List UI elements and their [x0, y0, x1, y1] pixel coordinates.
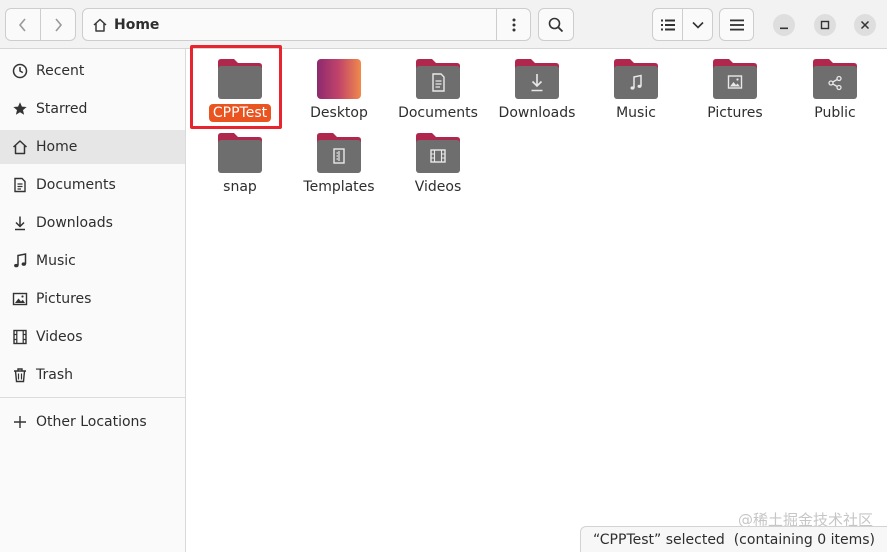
star-icon [11, 100, 29, 118]
list-view-icon [660, 19, 675, 30]
documents-folder-icon [416, 59, 460, 99]
search-icon [548, 17, 564, 32]
home-icon [93, 18, 107, 32]
header-bar: Home [0, 0, 887, 49]
file-item-snap[interactable]: snap [190, 132, 290, 196]
desktop-folder-icon [317, 59, 361, 99]
file-name: Documents [398, 105, 478, 121]
sidebar-item-label: Home [36, 139, 78, 155]
path-location-label: Home [114, 16, 160, 33]
file-item-desktop[interactable]: Desktop [289, 58, 389, 122]
file-name: snap [223, 179, 257, 195]
file-item-downloads[interactable]: Downloads [487, 58, 587, 122]
path-bar: Home [82, 8, 531, 41]
path-menu-button[interactable] [497, 9, 530, 40]
file-name: Videos [414, 179, 462, 195]
file-name: Desktop [310, 105, 368, 121]
back-button[interactable] [6, 9, 40, 40]
videos-folder-icon [416, 133, 460, 173]
hamburger-menu-icon [729, 19, 744, 30]
chevron-left-icon [18, 17, 26, 32]
sidebar: Recent Starred Home Documents Downloads … [0, 49, 186, 552]
selection-highlight-box [190, 45, 282, 129]
file-item-public[interactable]: Public [785, 58, 885, 122]
public-folder-icon [813, 59, 857, 99]
sidebar-item-label: Other Locations [36, 414, 147, 430]
file-item-videos[interactable]: Videos [388, 132, 488, 196]
trash-icon [11, 366, 29, 384]
pictures-folder-icon [713, 59, 757, 99]
sidebar-divider [0, 397, 185, 398]
sidebar-item-starred[interactable]: Starred [0, 92, 185, 126]
file-grid: CPPTest Desktop Documents Downloads Musi… [187, 45, 887, 552]
music-folder-icon [614, 59, 658, 99]
file-name: Downloads [498, 105, 576, 121]
sidebar-item-documents[interactable]: Documents [0, 168, 185, 202]
sidebar-item-recent[interactable]: Recent [0, 54, 185, 88]
file-item-music[interactable]: Music [586, 58, 686, 122]
status-text: “CPPTest” selected (containing 0 items) [593, 531, 875, 548]
forward-button[interactable] [40, 9, 75, 40]
sidebar-item-label: Trash [36, 367, 73, 383]
sidebar-item-label: Documents [36, 177, 116, 193]
close-icon [860, 20, 870, 30]
clock-icon [11, 62, 29, 80]
plus-icon [11, 413, 29, 431]
list-view-button[interactable] [653, 9, 682, 40]
sidebar-item-label: Pictures [36, 291, 92, 307]
vertical-ellipsis-icon [512, 18, 515, 31]
close-button[interactable] [854, 14, 876, 36]
path-home-button[interactable]: Home [83, 9, 497, 40]
status-bar: “CPPTest” selected (containing 0 items) [580, 526, 887, 552]
sidebar-item-label: Videos [36, 329, 83, 345]
view-options-button[interactable] [682, 9, 712, 40]
minimize-icon [780, 27, 788, 30]
sidebar-item-videos[interactable]: Videos [0, 320, 185, 354]
file-name: Pictures [707, 105, 763, 121]
sidebar-item-music[interactable]: Music [0, 244, 185, 278]
file-name: Music [616, 105, 656, 121]
file-name: Public [814, 105, 856, 121]
sidebar-item-trash[interactable]: Trash [0, 358, 185, 392]
minimize-button[interactable] [773, 14, 795, 36]
main-menu-button[interactable] [719, 8, 754, 41]
sidebar-item-label: Music [36, 253, 76, 269]
maximize-button[interactable] [814, 14, 836, 36]
file-item-documents[interactable]: Documents [388, 58, 488, 122]
sidebar-item-home[interactable]: Home [0, 130, 185, 164]
home-icon [11, 138, 29, 156]
sidebar-item-other-locations[interactable]: Other Locations [0, 405, 185, 439]
sidebar-item-label: Starred [36, 101, 88, 117]
templates-folder-icon [317, 133, 361, 173]
nav-buttons [5, 8, 76, 41]
sidebar-item-pictures[interactable]: Pictures [0, 282, 185, 316]
search-button[interactable] [538, 8, 574, 41]
maximize-icon [820, 20, 830, 30]
document-icon [11, 176, 29, 194]
file-name: Templates [303, 179, 375, 195]
file-item-pictures[interactable]: Pictures [685, 58, 785, 122]
picture-icon [11, 290, 29, 308]
download-icon [11, 214, 29, 232]
downloads-folder-icon [515, 59, 559, 99]
sidebar-item-label: Recent [36, 63, 85, 79]
chevron-right-icon [55, 17, 63, 32]
sidebar-item-label: Downloads [36, 215, 113, 231]
chevron-down-icon [691, 21, 704, 29]
video-icon [11, 328, 29, 346]
file-item-templates[interactable]: Templates [289, 132, 389, 196]
view-toggle-group [652, 8, 713, 41]
folder-icon [218, 133, 262, 173]
music-icon [11, 252, 29, 270]
sidebar-item-downloads[interactable]: Downloads [0, 206, 185, 240]
